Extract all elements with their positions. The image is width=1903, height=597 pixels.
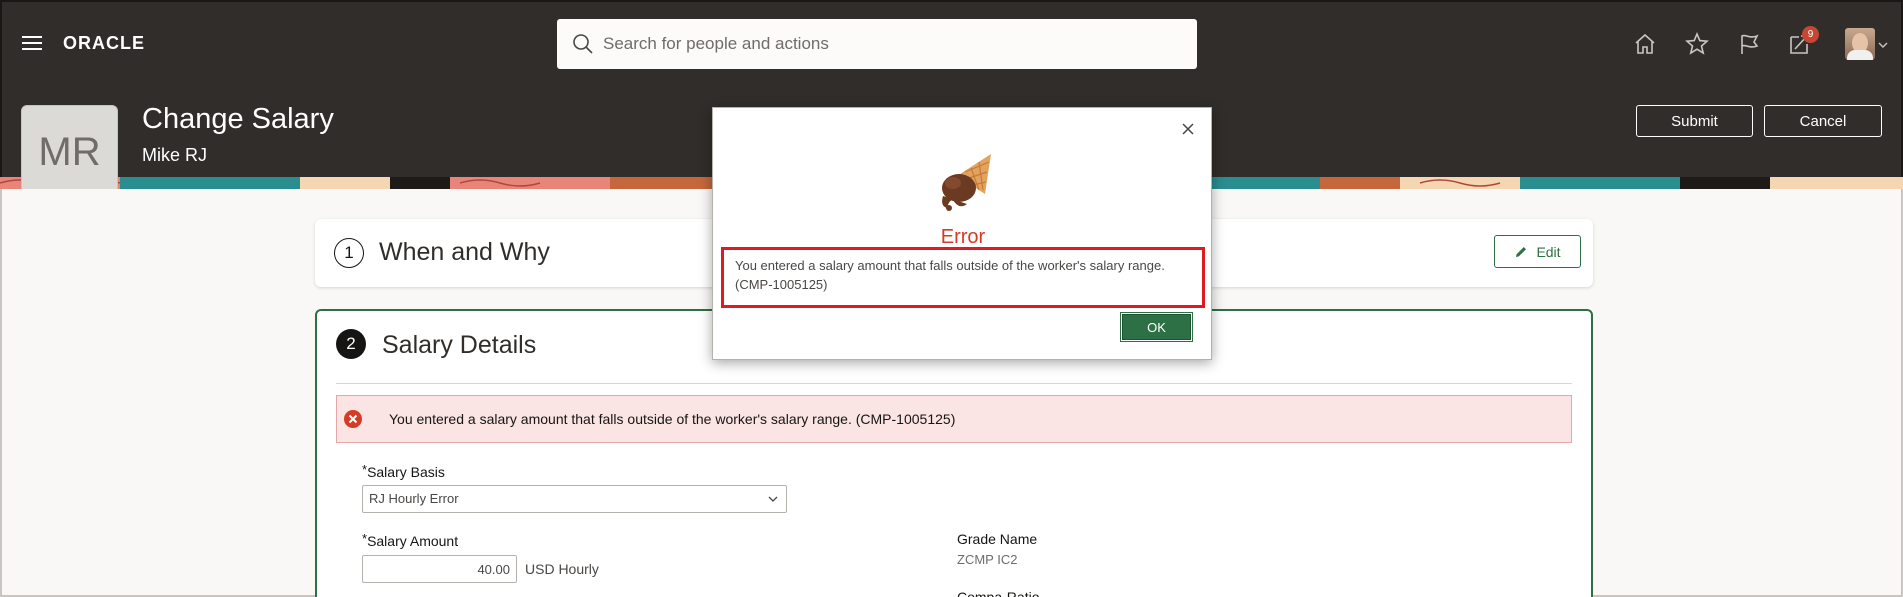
flag-icon[interactable] (1735, 30, 1763, 58)
global-search[interactable] (557, 19, 1197, 69)
salary-basis-select[interactable]: RJ Hourly Error (362, 485, 787, 513)
grade-name-label: Grade Name (957, 531, 1038, 547)
step-number: 1 (334, 238, 364, 268)
section-title: When and Why (379, 238, 550, 266)
divider (336, 383, 1572, 384)
person-name: Mike RJ (142, 145, 208, 165)
notification-badge: 9 (1802, 26, 1819, 43)
user-avatar[interactable] (1845, 28, 1875, 60)
search-icon (573, 34, 593, 54)
error-banner: You entered a salary amount that falls o… (336, 395, 1572, 443)
salary-amount-label: *Salary Amount (362, 531, 459, 549)
star-icon[interactable] (1683, 30, 1711, 58)
salary-basis-label: *Salary Basis (362, 462, 445, 480)
person-avatar[interactable]: MR ••• (21, 105, 118, 201)
avatar-initials: MR (38, 130, 101, 174)
salary-amount-input[interactable] (362, 555, 517, 583)
dialog-message: You entered a salary amount that falls o… (721, 247, 1205, 308)
error-banner-text: You entered a salary amount that falls o… (389, 411, 956, 427)
cancel-button[interactable]: Cancel (1764, 105, 1882, 137)
dialog-message-line: You entered a salary amount that falls o… (735, 258, 1165, 273)
dialog-title: Error (940, 226, 986, 248)
grade-name-value: ZCMP IC2 (957, 552, 1018, 567)
error-icon (344, 410, 362, 428)
dialog-message-code: (CMP-1005125) (735, 277, 828, 292)
ok-button[interactable]: OK (1120, 312, 1193, 342)
error-dialog: Error You entered a salary amount that f… (712, 107, 1212, 360)
oracle-logo[interactable]: ORACLE (63, 33, 145, 54)
menu-icon[interactable] (22, 36, 42, 50)
search-input[interactable] (603, 34, 1163, 54)
pencil-icon (1516, 246, 1527, 257)
salary-basis-value: RJ Hourly Error (369, 491, 459, 506)
page-title: Change Salary (142, 103, 334, 135)
salary-amount-unit: USD Hourly (525, 561, 599, 577)
global-header: ORACLE 9 (0, 0, 1903, 85)
edit-button[interactable]: Edit (1494, 235, 1581, 268)
edit-label: Edit (1536, 243, 1561, 260)
submit-button[interactable]: Submit (1636, 105, 1753, 137)
home-icon[interactable] (1631, 30, 1659, 58)
chevron-down-icon (768, 496, 778, 502)
chevron-down-icon[interactable] (1878, 40, 1888, 50)
dropped-ice-cream-icon (942, 154, 991, 211)
step-number: 2 (336, 329, 366, 359)
compa-ratio-label: Compa-Ratio (957, 589, 1040, 597)
close-icon[interactable] (1181, 122, 1195, 136)
section-title: Salary Details (382, 331, 537, 359)
notifications-button[interactable]: 9 (1785, 26, 1819, 58)
